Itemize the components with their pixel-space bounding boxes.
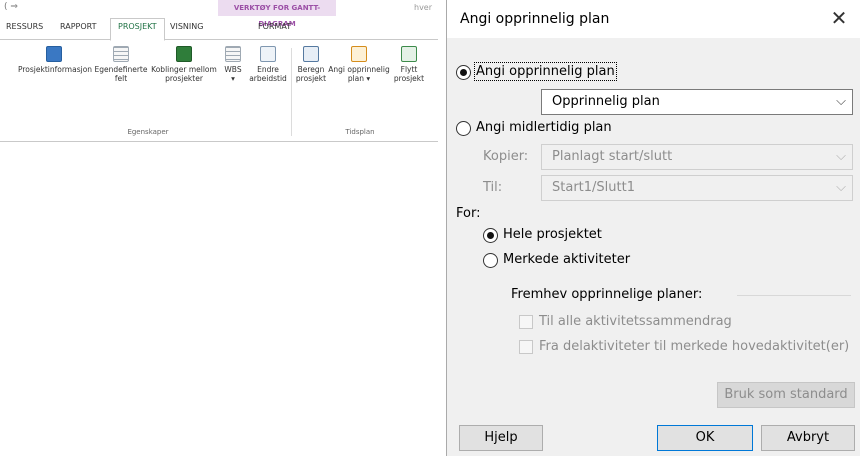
dialog-title: Angi opprinnelig plan bbox=[460, 11, 610, 27]
tab-format[interactable]: FORMAT bbox=[258, 22, 291, 31]
copy-label: Kopier: bbox=[483, 149, 529, 164]
radio-set-baseline-label[interactable]: Angi opprinnelig plan bbox=[474, 62, 617, 81]
radio-selected-tasks-label[interactable]: Merkede aktiviteter bbox=[503, 252, 630, 267]
chevron-down-icon: ⌵ bbox=[836, 94, 846, 109]
ribbon-tab-row: RESSURS RAPPORT PROSJEKT VISNING FORMAT bbox=[0, 18, 438, 41]
calculate-project-icon bbox=[303, 46, 319, 62]
rollup-group-label: Fremhev opprinnelige planer: bbox=[511, 287, 703, 302]
baseline-select[interactable]: Opprinnelig plan ⌵ bbox=[541, 89, 853, 115]
wbs-icon bbox=[225, 46, 241, 62]
tab-prosjekt[interactable]: PROSJEKT bbox=[110, 18, 165, 41]
baseline-select-value: Opprinnelig plan bbox=[552, 94, 660, 109]
to-select-value: Start1/Slutt1 bbox=[552, 180, 635, 195]
for-label: For: bbox=[456, 206, 481, 221]
endre-arbeidstid-button[interactable]: Endre arbeidstid bbox=[248, 46, 288, 83]
radio-set-interim-label[interactable]: Angi midlertidig plan bbox=[476, 120, 612, 135]
radio-set-interim[interactable] bbox=[456, 121, 471, 136]
angi-label-1: Angi opprinnelig bbox=[328, 65, 390, 74]
copy-select-value: Planlagt start/slutt bbox=[552, 149, 673, 164]
radio-selected-tasks[interactable] bbox=[483, 253, 498, 268]
links-projects-icon bbox=[176, 46, 192, 62]
checkbox-rollup-summary-label[interactable]: Til alle aktivitetssammendrag bbox=[539, 314, 732, 329]
checkbox-rollup-subtasks-label[interactable]: Fra delaktiviteter til merkede hovedakti… bbox=[539, 339, 849, 354]
flytt-label-1: Flytt bbox=[400, 65, 418, 74]
checkbox-rollup-summary[interactable] bbox=[519, 315, 533, 329]
custom-fields-icon bbox=[113, 46, 129, 62]
wbs-label: WBS bbox=[224, 65, 242, 74]
set-baseline-dialog: Angi opprinnelig plan ✕ Angi opprinnelig… bbox=[446, 0, 860, 456]
prosjektinformasjon-button[interactable]: Prosjektinformasjon bbox=[18, 46, 93, 74]
flytt-prosjekt-button[interactable]: Flytt prosjekt bbox=[392, 46, 426, 83]
beregn-label-1: Beregn bbox=[297, 65, 325, 74]
angi-opprinnelig-plan-button[interactable]: Angi opprinnelig plan ▾ bbox=[328, 46, 390, 83]
chevron-down-icon: ⌵ bbox=[836, 149, 846, 164]
group-separator bbox=[291, 48, 292, 136]
tab-visning[interactable]: VISNING bbox=[170, 22, 203, 31]
koblinger-mellom-prosjekter-button[interactable]: Koblinger mellom prosjekter bbox=[150, 46, 218, 83]
quick-access-toolbar[interactable]: ( ⇒ bbox=[4, 2, 18, 12]
set-baseline-icon bbox=[351, 46, 367, 62]
egendefinerte-felt-button[interactable]: Egendefinerte felt bbox=[93, 46, 149, 83]
group-label-tidsplan: Tidsplan bbox=[345, 128, 375, 136]
wbs-button[interactable]: WBS ▾ bbox=[220, 46, 246, 83]
radio-entire-project[interactable] bbox=[483, 228, 498, 243]
egendefinerte-label-2: felt bbox=[114, 74, 128, 83]
close-icon[interactable]: ✕ bbox=[825, 5, 853, 33]
koblinger-label-2: prosjekter bbox=[165, 74, 203, 83]
contextual-tab-header: VERKTØY FOR GANTT-DIAGRAM bbox=[218, 0, 336, 28]
window-title: hver bbox=[414, 3, 433, 12]
radio-entire-project-label[interactable]: Hele prosjektet bbox=[503, 227, 602, 242]
ok-button[interactable]: OK bbox=[657, 425, 753, 451]
egendefinerte-label-1: Egendefinerte bbox=[94, 65, 148, 74]
ribbon-groups: Prosjektinformasjon Egendefinerte felt K… bbox=[0, 40, 438, 142]
radio-set-baseline[interactable] bbox=[456, 65, 471, 80]
project-info-icon bbox=[46, 46, 62, 62]
cancel-button[interactable]: Avbryt bbox=[761, 425, 855, 451]
copy-select[interactable]: Planlagt start/slutt ⌵ bbox=[541, 144, 853, 170]
chevron-down-icon: ⌵ bbox=[836, 180, 846, 195]
angi-label-2: plan ▾ bbox=[347, 74, 371, 83]
groupbox-divider bbox=[737, 295, 851, 296]
wbs-dropdown-arrow: ▾ bbox=[231, 74, 235, 83]
to-label: Til: bbox=[483, 180, 503, 195]
tab-ressurs[interactable]: RESSURS bbox=[6, 22, 43, 31]
flytt-label-2: prosjekt bbox=[393, 74, 425, 83]
ribbon: ( ⇒ VERKTØY FOR GANTT-DIAGRAM hver RESSU… bbox=[0, 0, 438, 145]
beregn-label-2: prosjekt bbox=[295, 74, 327, 83]
prosjektinformasjon-label: Prosjektinformasjon bbox=[18, 65, 93, 74]
checkbox-rollup-subtasks[interactable] bbox=[519, 340, 533, 354]
calendar-icon bbox=[260, 46, 276, 62]
help-button[interactable]: Hjelp bbox=[459, 425, 543, 451]
group-label-egenskaper: Egenskaper bbox=[127, 128, 169, 136]
set-as-default-button[interactable]: Bruk som standard bbox=[717, 382, 855, 408]
dialog-titlebar: Angi opprinnelig plan ✕ bbox=[447, 0, 860, 38]
beregn-prosjekt-button[interactable]: Beregn prosjekt bbox=[295, 46, 327, 83]
tab-rapport[interactable]: RAPPORT bbox=[60, 22, 97, 31]
to-select[interactable]: Start1/Slutt1 ⌵ bbox=[541, 175, 853, 201]
koblinger-label-1: Koblinger mellom bbox=[151, 65, 217, 74]
endre-label-2: arbeidstid bbox=[249, 74, 287, 83]
endre-label-1: Endre bbox=[257, 65, 279, 74]
move-project-icon bbox=[401, 46, 417, 62]
